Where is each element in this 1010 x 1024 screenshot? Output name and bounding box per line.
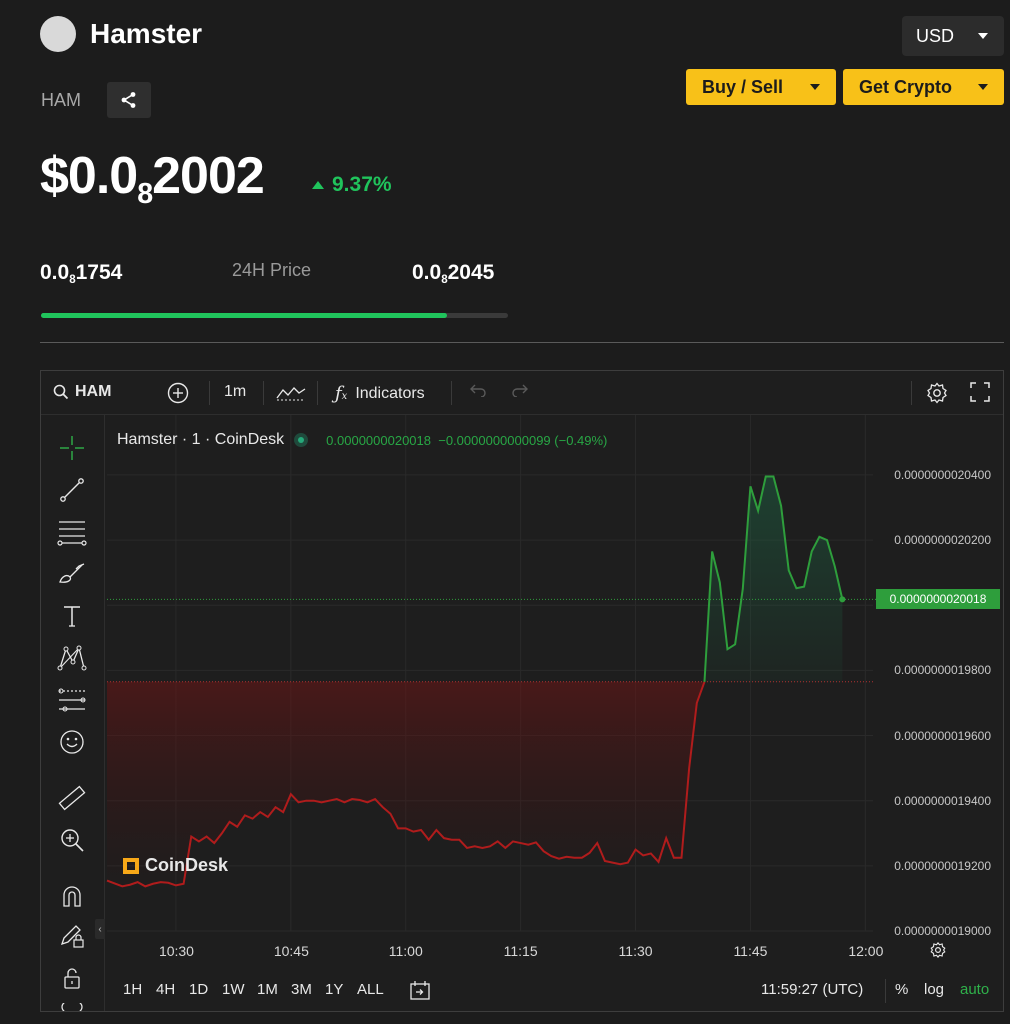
market-status-icon — [294, 433, 309, 447]
y-tick-label: 0.0000000020400 — [894, 467, 991, 482]
y-tick-label: 0.0000000019400 — [894, 793, 991, 808]
caret-down-icon — [978, 33, 988, 39]
chart-bottom-bar: 1H 4H 1D 1W 1M 3M 1Y ALL 11:59:27 (UTC) % log a… — [105, 971, 1003, 1011]
calendar-icon — [410, 981, 430, 1000]
price-chart[interactable] — [41, 371, 1003, 1011]
range-button-3m[interactable]: 3M — [291, 981, 312, 998]
y-tick-label: 0.0000000019000 — [894, 924, 991, 938]
coin-logo — [40, 16, 76, 52]
auto-toggle[interactable]: auto — [960, 981, 989, 998]
coindesk-logo-icon — [123, 857, 139, 874]
legend-values: 0.0000000020018 −0.0000000000099 (−0.49%… — [326, 432, 608, 448]
above-baseline-area — [704, 476, 843, 682]
coin-symbol: HAM — [41, 90, 81, 110]
range-button-1d[interactable]: 1D — [189, 981, 208, 998]
range-button-1m[interactable]: 1M — [257, 981, 278, 998]
divider — [40, 342, 1004, 343]
currency-value: USD — [916, 25, 955, 46]
axis-settings-button[interactable] — [929, 941, 947, 964]
x-tick-label: 11:15 — [503, 943, 538, 959]
y-tick-label: 0.0000000019200 — [894, 858, 991, 873]
current-price: $0.082002 — [40, 147, 265, 210]
coin-name: Hamster — [90, 18, 203, 49]
range-low: 0.081754 — [40, 261, 123, 287]
log-toggle[interactable]: log — [924, 981, 944, 998]
y-tick-label: 0.0000000020200 — [894, 533, 991, 548]
chart-legend: Hamster · 1 · CoinDesk 0.0000000020018 −… — [117, 431, 607, 449]
range-bar-fill — [41, 313, 448, 318]
range-label: 24H Price — [232, 260, 312, 280]
caret-down-icon — [978, 84, 988, 90]
get-crypto-label: Get Crypto — [859, 76, 953, 97]
x-tick-label: 12:00 — [848, 943, 884, 959]
x-tick-label: 11:30 — [618, 943, 653, 959]
price-change: 9.37% — [312, 173, 392, 197]
y-tick-label: 0.0000000019800 — [894, 663, 991, 678]
range-button-4h[interactable]: 4H — [156, 981, 175, 998]
x-tick-label: 10:30 — [158, 943, 194, 959]
buy-sell-label: Buy / Sell — [702, 76, 784, 97]
chart-widget: HAM 1m ƒx Indicators ‹ Hamster · 1 · Coi… — [40, 370, 1004, 1012]
buy-sell-button[interactable]: Buy / Sell — [686, 69, 836, 105]
currency-select[interactable]: USD — [902, 16, 1004, 56]
range-high: 0.082045 — [412, 261, 495, 287]
last-price-dot — [839, 596, 846, 603]
get-crypto-button[interactable]: Get Crypto — [843, 69, 1004, 105]
share-icon — [121, 92, 136, 108]
bar-separator — [885, 979, 886, 1003]
share-button[interactable] — [107, 82, 151, 118]
coin-header: Hamster — [40, 16, 202, 52]
range-bar — [41, 313, 508, 318]
gear-icon — [930, 941, 946, 959]
range-button-all[interactable]: ALL — [357, 981, 384, 998]
range-button-1h[interactable]: 1H — [123, 981, 142, 998]
x-tick-label: 11:00 — [388, 943, 423, 959]
up-arrow-icon — [312, 181, 324, 189]
caret-down-icon — [810, 84, 820, 90]
goto-date-button[interactable] — [409, 980, 431, 1005]
x-tick-label: 11:45 — [733, 943, 768, 959]
coindesk-watermark: CoinDesk — [121, 855, 228, 876]
range-button-1y[interactable]: 1Y — [325, 981, 343, 998]
percent-toggle[interactable]: % — [895, 981, 908, 998]
range-button-1w[interactable]: 1W — [222, 981, 245, 998]
current-price-tag: 0.0000000020018 — [876, 589, 1000, 610]
x-tick-label: 10:45 — [273, 943, 309, 959]
y-tick-label: 0.0000000019600 — [894, 728, 991, 743]
clock: 11:59:27 (UTC) — [761, 981, 864, 998]
legend-title: Hamster · 1 · CoinDesk — [117, 431, 285, 448]
